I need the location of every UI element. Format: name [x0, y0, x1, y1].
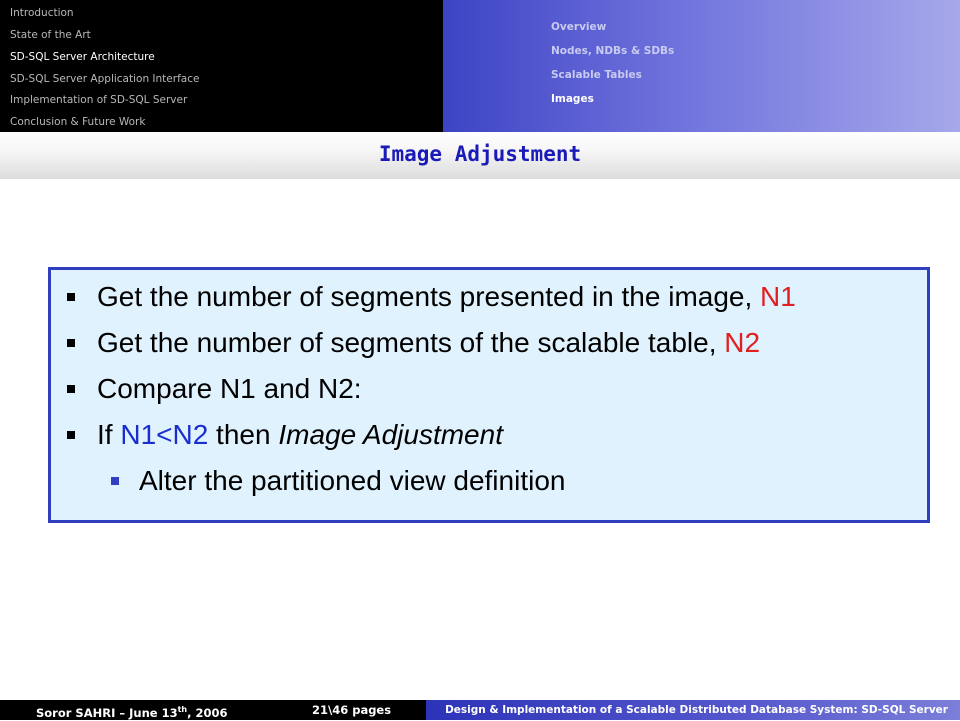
square-bullet-icon [67, 292, 75, 301]
square-bullet-icon [111, 476, 119, 485]
bullet-4-action: Image Adjustment [278, 419, 503, 450]
footer-left: Soror SAHRI – June 13th, 2006 21\46 page… [0, 700, 426, 720]
bullet-item-2: Get the number of segments of the scalab… [67, 326, 760, 360]
bullet-1-text: Get the number of segments presented in … [97, 281, 761, 312]
bullet-item-3: Compare N1 and N2: [67, 372, 362, 406]
nav-section-architecture[interactable]: SD-SQL Server Architecture [10, 50, 155, 64]
slide-title: Image Adjustment [378, 142, 582, 166]
nav-section-state-of-the-art[interactable]: State of the Art [10, 28, 91, 42]
nav-section-conclusion[interactable]: Conclusion & Future Work [10, 115, 145, 129]
bullet-2-text: Get the number of segments of the scalab… [97, 327, 725, 358]
footer-deck-title: Design & Implementation of a Scalable Di… [445, 704, 948, 716]
footer-author-year: , 2006 [187, 705, 228, 720]
footer-page-count: 21\46 pages [312, 703, 392, 717]
bullet-item-1: Get the number of segments presented in … [67, 280, 796, 314]
bullet-4-then: then [208, 419, 279, 450]
bullet-4-if: If [97, 419, 121, 450]
sub-bullet-item-1: Alter the partitioned view definition [111, 464, 565, 498]
bullet-2-variable: N2 [724, 327, 761, 358]
nav-section-introduction[interactable]: Introduction [10, 6, 74, 20]
square-bullet-icon [67, 338, 75, 347]
bullet-4-condition: N1<N2 [120, 419, 209, 450]
square-bullet-icon [67, 384, 75, 393]
footer-author: Soror SAHRI – June 13th, 2006 [36, 702, 228, 721]
footer-author-name: Soror SAHRI – June 13 [36, 705, 178, 720]
footer-right: Design & Implementation of a Scalable Di… [426, 700, 960, 720]
footer-author-sup: th [177, 705, 188, 714]
bullet-1-variable: N1 [760, 281, 796, 312]
nav-section-implementation[interactable]: Implementation of SD-SQL Server [10, 93, 187, 107]
nav-subsection-scalable-tables[interactable]: Scalable Tables [551, 68, 642, 82]
content-box: Get the number of segments presented in … [48, 267, 930, 523]
nav-subsection-nodes[interactable]: Nodes, NDBs & SDBs [551, 44, 674, 58]
bullet-item-4: If N1<N2 then Image Adjustment [67, 418, 503, 452]
subsection-nav: Overview Nodes, NDBs & SDBs Scalable Tab… [443, 0, 960, 132]
section-nav: Introduction State of the Art SD-SQL Ser… [0, 0, 443, 132]
nav-subsection-images[interactable]: Images [551, 92, 594, 106]
bullet-3-text: Compare N1 and N2: [97, 373, 362, 404]
nav-section-application-interface[interactable]: SD-SQL Server Application Interface [10, 72, 199, 86]
nav-subsection-overview[interactable]: Overview [551, 20, 606, 34]
square-bullet-icon [67, 430, 75, 439]
sub-bullet-1-text: Alter the partitioned view definition [139, 465, 566, 496]
